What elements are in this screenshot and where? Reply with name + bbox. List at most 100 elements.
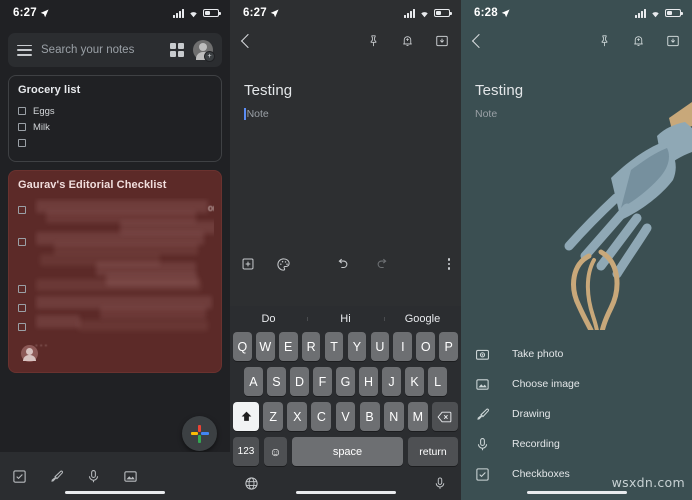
location-arrow-icon xyxy=(501,8,510,17)
google-plus-icon xyxy=(190,424,209,443)
key-f[interactable]: F xyxy=(313,367,332,396)
suggestion-chip[interactable]: Hi xyxy=(307,313,384,325)
suggestion-chip[interactable]: Google xyxy=(384,313,461,325)
sheet-item-recording[interactable]: Recording xyxy=(461,429,692,459)
sheet-item-take-photo[interactable]: Take photo xyxy=(461,339,692,369)
key-x[interactable]: X xyxy=(287,402,308,431)
sheet-item-drawing[interactable]: Drawing xyxy=(461,399,692,429)
pin-icon[interactable] xyxy=(598,34,611,48)
note-card-editorial-checklist[interactable]: Gaurav's Editorial Checklist o ... xyxy=(8,170,222,373)
panel-note-editor-attach-sheet: 6:28 Testing Note Take photo Choose imag… xyxy=(461,0,692,500)
key-b[interactable]: B xyxy=(359,402,380,431)
key-o[interactable]: O xyxy=(416,332,436,361)
checklist-item[interactable]: Milk xyxy=(18,119,212,135)
key-s[interactable]: S xyxy=(267,367,286,396)
numbers-key[interactable]: 123 xyxy=(233,437,259,466)
brush-icon[interactable] xyxy=(49,469,64,484)
return-key[interactable]: return xyxy=(408,437,458,466)
key-u[interactable]: U xyxy=(370,332,390,361)
archive-icon[interactable] xyxy=(666,34,680,48)
overflow-menu-icon[interactable] xyxy=(447,258,450,270)
sheet-item-choose-image[interactable]: Choose image xyxy=(461,369,692,399)
microphone-icon[interactable] xyxy=(86,469,101,484)
emoji-icon[interactable]: ☺ xyxy=(264,437,287,466)
checklist-label: Eggs xyxy=(33,105,55,117)
checkbox-icon[interactable] xyxy=(18,123,26,131)
key-r[interactable]: R xyxy=(301,332,321,361)
key-k[interactable]: K xyxy=(405,367,424,396)
key-w[interactable]: W xyxy=(255,332,275,361)
space-key[interactable]: space xyxy=(292,437,403,466)
key-c[interactable]: C xyxy=(311,402,332,431)
back-arrow-icon[interactable] xyxy=(471,33,487,49)
key-d[interactable]: D xyxy=(290,367,309,396)
checkbox-icon[interactable] xyxy=(18,304,26,312)
wifi-icon xyxy=(421,11,428,17)
shift-icon[interactable] xyxy=(233,402,260,431)
key-y[interactable]: Y xyxy=(347,332,367,361)
palette-icon[interactable] xyxy=(276,257,291,272)
key-q[interactable]: Q xyxy=(232,332,252,361)
home-indicator xyxy=(295,490,396,494)
key-v[interactable]: V xyxy=(335,402,356,431)
search-bar[interactable]: Search your notes + xyxy=(8,33,222,67)
checkbox-icon[interactable] xyxy=(12,469,27,484)
key-t[interactable]: T xyxy=(324,332,344,361)
editor-app-bar xyxy=(230,26,461,56)
status-time-group: 6:27 xyxy=(243,7,279,19)
note-title[interactable]: Testing xyxy=(461,82,692,99)
search-input[interactable]: Search your notes xyxy=(41,44,161,56)
note-card-grocery[interactable]: Grocery list Eggs Milk xyxy=(8,75,222,162)
key-j[interactable]: J xyxy=(382,367,401,396)
wifi-icon xyxy=(652,11,659,17)
key-m[interactable]: M xyxy=(407,402,428,431)
undo-icon[interactable] xyxy=(335,257,350,271)
key-n[interactable]: N xyxy=(383,402,404,431)
checkbox-icon[interactable] xyxy=(18,107,26,115)
note-body-field[interactable]: Note xyxy=(230,108,461,120)
checkbox-icon[interactable] xyxy=(18,323,26,331)
image-icon[interactable] xyxy=(123,469,138,484)
panel-note-editor-keyboard: 6:27 Testing Note Do Hi Google Q W E R T… xyxy=(230,0,461,500)
home-indicator xyxy=(65,490,165,494)
keyboard-row-1: Q W E R T Y U I O P xyxy=(230,332,461,361)
reminder-bell-icon[interactable] xyxy=(632,34,645,48)
account-avatar-icon[interactable]: + xyxy=(193,40,215,62)
back-arrow-icon[interactable] xyxy=(240,33,256,49)
checkbox-icon[interactable] xyxy=(18,238,26,246)
note-title[interactable]: Testing xyxy=(230,82,461,99)
pin-icon[interactable] xyxy=(367,34,380,48)
checkbox-icon[interactable] xyxy=(18,285,26,293)
key-h[interactable]: H xyxy=(359,367,378,396)
key-g[interactable]: G xyxy=(336,367,355,396)
archive-icon[interactable] xyxy=(435,34,449,48)
status-bar: 6:28 xyxy=(461,0,692,26)
key-e[interactable]: E xyxy=(278,332,298,361)
blurred-text-overlay: on i xyxy=(34,198,214,338)
checkbox-icon[interactable] xyxy=(18,139,26,147)
battery-icon xyxy=(203,9,221,17)
hamburger-menu-icon[interactable] xyxy=(17,44,32,56)
key-a[interactable]: A xyxy=(244,367,263,396)
key-i[interactable]: I xyxy=(393,332,413,361)
key-p[interactable]: P xyxy=(439,332,459,361)
reminder-bell-icon[interactable] xyxy=(401,34,414,48)
redacted-content: on i xyxy=(18,198,214,338)
site-watermark: wsxdn.com xyxy=(611,475,685,490)
collaborator-avatar xyxy=(21,345,38,362)
note-title: Gaurav's Editorial Checklist xyxy=(18,179,167,191)
suggestion-chip[interactable]: Do xyxy=(230,313,307,325)
add-note-fab[interactable] xyxy=(182,416,217,451)
key-z[interactable]: Z xyxy=(263,402,284,431)
signal-bars-icon xyxy=(173,8,184,18)
globe-icon[interactable] xyxy=(244,476,259,491)
checklist-item[interactable]: Eggs xyxy=(18,103,212,119)
status-indicators xyxy=(404,8,452,18)
key-l[interactable]: L xyxy=(428,367,447,396)
checkbox-icon[interactable] xyxy=(18,206,26,214)
backspace-icon[interactable] xyxy=(431,402,458,431)
checklist-item[interactable] xyxy=(18,135,212,151)
microphone-icon[interactable] xyxy=(433,476,447,491)
grid-view-icon[interactable] xyxy=(170,43,184,57)
add-box-icon[interactable] xyxy=(241,257,255,271)
